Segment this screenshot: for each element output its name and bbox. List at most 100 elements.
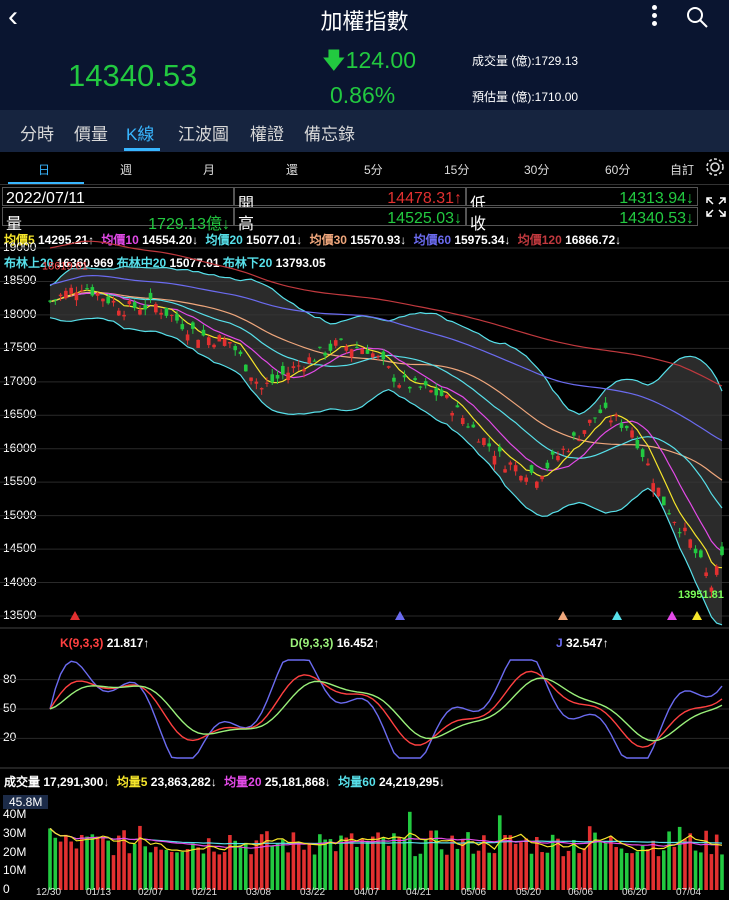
volume-bar-109 (624, 853, 629, 890)
candle-body-27 (191, 322, 195, 329)
volume-bar-115 (656, 856, 661, 890)
candle-body-110 (630, 430, 634, 438)
volume-bar-36 (238, 847, 243, 890)
candle-body-74 (439, 389, 444, 396)
candle-body-4 (69, 287, 73, 294)
low-mark-label: 13951.81 (678, 589, 724, 601)
candle-body-121 (688, 539, 693, 548)
volume-bar-22 (164, 849, 169, 890)
volume-bar-49 (307, 843, 312, 890)
candle-body-55 (339, 338, 343, 340)
candle-body-98 (566, 451, 571, 453)
candle-body-63 (381, 351, 386, 360)
candle-body-64 (386, 366, 391, 368)
volume-bar-90 (524, 838, 529, 890)
candle-body-10 (101, 298, 105, 302)
volume-bar-17 (138, 825, 142, 890)
candle-body-105 (603, 402, 608, 408)
date-tick-8: 05/06 (461, 887, 487, 898)
volume-bar-15 (127, 853, 132, 890)
volume-bar-123 (699, 852, 703, 890)
candle-body-83 (487, 443, 491, 447)
candle-body-57 (349, 349, 354, 358)
candle-body-44 (281, 365, 285, 375)
candle-body-97 (561, 448, 566, 450)
candle-body-54 (333, 340, 338, 346)
volume-bar-44 (281, 839, 285, 890)
candle-body-95 (550, 451, 555, 455)
volume-bar-96 (556, 838, 560, 890)
volume-bar-106 (609, 836, 613, 890)
volume-bar-110 (630, 853, 634, 890)
kdj-k-legend: K(9,3,3) 21.817↑ (60, 636, 150, 650)
candle-body-53 (328, 343, 333, 351)
candle-body-75 (445, 395, 449, 398)
candle-body-122 (693, 548, 698, 554)
candle-body-50 (312, 360, 317, 362)
candle-body-113 (646, 463, 650, 466)
volume-bar-118 (672, 846, 677, 890)
candle-body-102 (587, 419, 592, 423)
candle-body-41 (265, 382, 269, 384)
candle-body-52 (323, 352, 327, 356)
date-tick-9: 05/20 (516, 887, 542, 898)
candle-body-112 (640, 449, 645, 458)
volume-bar-4 (69, 841, 73, 890)
candle-body-109 (624, 425, 629, 429)
volume-bar-45 (286, 852, 290, 890)
candle-body-117 (667, 513, 671, 515)
candle-body-118 (672, 521, 677, 523)
volume-bar-79 (466, 832, 470, 890)
candle-body-1 (53, 299, 58, 301)
candle-body-101 (582, 430, 587, 434)
candle-body-37 (243, 364, 248, 372)
kline-chart[interactable]: 18619.61 13951.81 (0, 0, 729, 900)
volume-bar-124 (704, 830, 708, 890)
candle-body-23 (169, 314, 174, 316)
date-tick-1: 01/13 (86, 887, 112, 898)
volume-bar-47 (296, 842, 301, 890)
candle-body-96 (556, 455, 560, 461)
candle-body-36 (238, 351, 243, 355)
volume-bar-88 (513, 843, 518, 890)
candle-body-78 (460, 418, 465, 425)
candle-body-35 (233, 346, 237, 351)
volume-bar-12 (111, 855, 116, 890)
candle-body-29 (201, 329, 206, 336)
candle-body-14 (122, 314, 126, 317)
candle-body-65 (392, 377, 396, 382)
volume-bar-73 (434, 830, 439, 890)
volume-bar-1 (53, 837, 58, 890)
candle-body-72 (429, 390, 433, 393)
volume-bar-78 (460, 838, 465, 890)
candle-body-17 (138, 310, 142, 315)
volume-bar-63 (381, 837, 386, 890)
date-tick-6: 04/07 (354, 887, 380, 898)
candle-body-100 (577, 440, 581, 442)
high-mark-label: 18619.61 (42, 260, 88, 272)
volume-bar-46 (291, 832, 296, 890)
volume-bar-48 (302, 849, 306, 890)
volume-bar-113 (646, 849, 650, 890)
volume-bar-59 (360, 838, 364, 890)
volume-bar-56 (344, 837, 349, 890)
volume-bar-54 (333, 851, 338, 890)
volume-bar-60 (365, 841, 370, 890)
candle-body-77 (455, 405, 460, 408)
candle-body-59 (360, 349, 364, 355)
volume-bar-112 (640, 845, 645, 890)
volume-bar-61 (370, 836, 375, 890)
volume-bar-86 (503, 835, 507, 890)
candle-body-40 (259, 388, 264, 390)
volume-bar-102 (587, 826, 592, 890)
volume-bar-116 (661, 850, 666, 890)
candle-body-87 (508, 462, 513, 465)
candle-body-81 (476, 441, 481, 443)
candle-body-31 (212, 344, 216, 348)
date-tick-10: 06/06 (568, 887, 594, 898)
date-tick-4: 03/08 (246, 887, 272, 898)
candle-body-21 (159, 312, 163, 315)
candle-body-76 (450, 412, 454, 416)
volume-bar-14 (122, 830, 126, 890)
candle-body-67 (402, 375, 407, 378)
